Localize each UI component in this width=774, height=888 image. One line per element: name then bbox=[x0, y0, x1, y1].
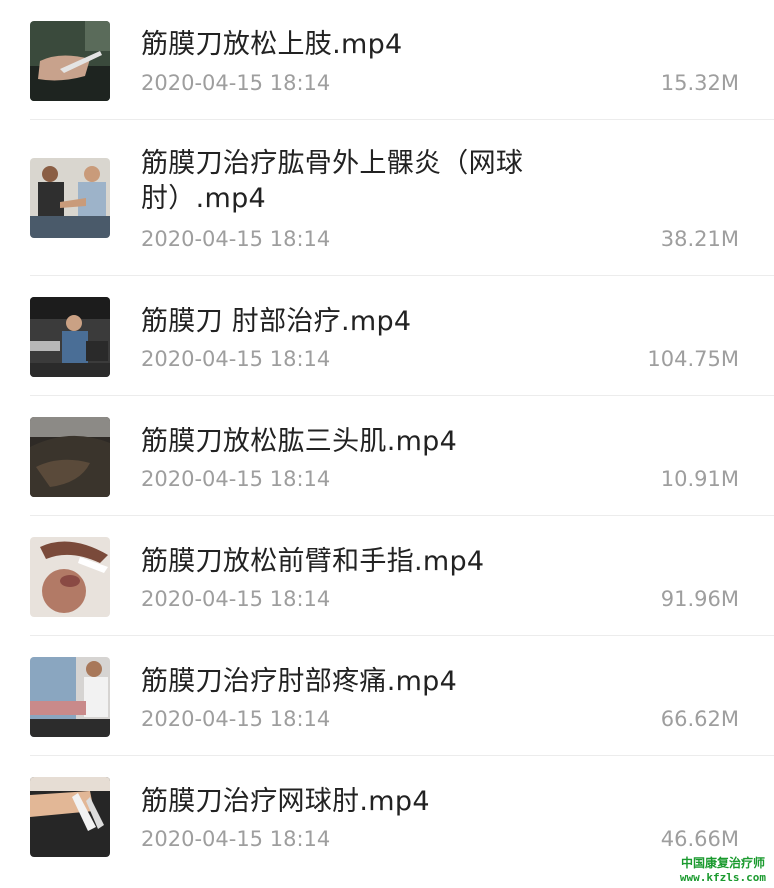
file-name: 筋膜刀 肘部治疗.mp4 bbox=[141, 306, 412, 337]
file-row[interactable]: 筋膜刀治疗肘部疼痛.mp4 2020-04-15 18:14 66.62M bbox=[0, 636, 774, 756]
file-date: 2020-04-15 18:14 bbox=[141, 587, 331, 611]
file-row[interactable]: 筋膜刀治疗肱骨外上髁炎（网球肘）.mp4 2020-04-15 18:14 38… bbox=[0, 120, 774, 276]
file-name: 筋膜刀治疗肘部疼痛.mp4 bbox=[141, 666, 458, 697]
file-size: 10.91M bbox=[660, 467, 739, 491]
file-size: 46.66M bbox=[660, 827, 739, 851]
file-date: 2020-04-15 18:14 bbox=[141, 467, 331, 491]
file-size: 104.75M bbox=[647, 347, 739, 371]
file-size: 38.21M bbox=[660, 227, 739, 251]
video-thumbnail-icon[interactable] bbox=[30, 537, 110, 617]
file-date: 2020-04-15 18:14 bbox=[141, 71, 331, 95]
file-name: 筋膜刀放松前臂和手指.mp4 bbox=[141, 546, 485, 577]
file-row[interactable]: 筋膜刀放松前臂和手指.mp4 2020-04-15 18:14 91.96M bbox=[0, 516, 774, 636]
watermark-url: www.kfzls.com bbox=[679, 871, 766, 884]
file-name: 筋膜刀治疗肱骨外上髁炎（网球肘）.mp4 bbox=[141, 148, 524, 214]
video-thumbnail-icon[interactable] bbox=[30, 158, 110, 238]
file-size: 66.62M bbox=[660, 707, 739, 731]
video-thumbnail-icon[interactable] bbox=[30, 417, 110, 497]
file-size: 91.96M bbox=[660, 587, 739, 611]
file-name: 筋膜刀治疗网球肘.mp4 bbox=[141, 786, 430, 817]
file-name: 筋膜刀放松上肢.mp4 bbox=[141, 29, 403, 60]
file-row[interactable]: 筋膜刀治疗网球肘.mp4 2020-04-15 18:14 46.66M bbox=[0, 756, 774, 880]
file-row[interactable]: 筋膜刀 肘部治疗.mp4 2020-04-15 18:14 104.75M bbox=[0, 276, 774, 396]
file-date: 2020-04-15 18:14 bbox=[141, 227, 331, 251]
video-thumbnail-icon[interactable] bbox=[30, 297, 110, 377]
video-thumbnail-icon[interactable] bbox=[30, 657, 110, 737]
file-date: 2020-04-15 18:14 bbox=[141, 707, 331, 731]
video-thumbnail-icon[interactable] bbox=[30, 21, 110, 101]
file-row[interactable]: 筋膜刀放松肱三头肌.mp4 2020-04-15 18:14 10.91M bbox=[0, 396, 774, 516]
file-date: 2020-04-15 18:14 bbox=[141, 347, 331, 371]
file-date: 2020-04-15 18:14 bbox=[141, 827, 331, 851]
file-row[interactable]: 筋膜刀放松上肢.mp4 2020-04-15 18:14 15.32M bbox=[0, 0, 774, 120]
watermark-text: 中国康复治疗师 bbox=[680, 856, 765, 870]
file-name: 筋膜刀放松肱三头肌.mp4 bbox=[141, 426, 458, 457]
watermark: 中国康复治疗师 www.kfzls.com bbox=[680, 856, 766, 884]
video-thumbnail-icon[interactable] bbox=[30, 777, 110, 857]
file-size: 15.32M bbox=[660, 71, 739, 95]
